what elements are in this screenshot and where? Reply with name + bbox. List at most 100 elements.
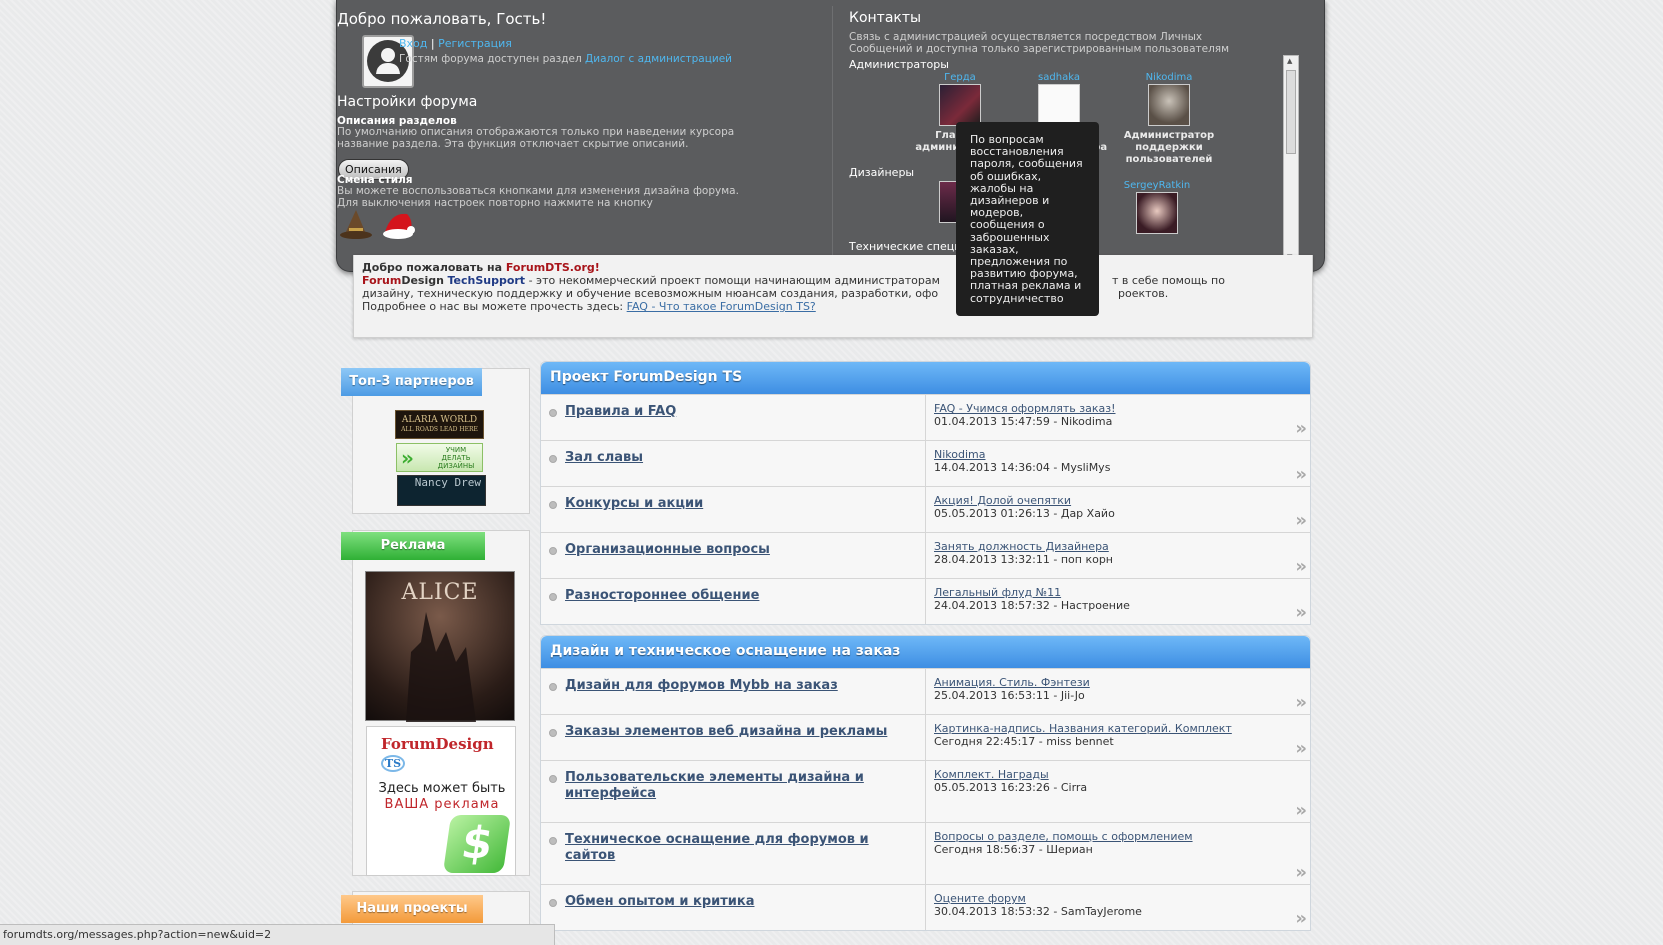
forum-title-link[interactable]: Зал славы [565, 450, 895, 466]
contacts-scrollbar[interactable]: ▲ ▼ [1283, 55, 1299, 263]
go-to-last-post-icon[interactable]: » [1295, 862, 1307, 883]
ad-text: ВАША реклама [384, 797, 500, 812]
go-to-last-post-icon[interactable]: » [1295, 464, 1307, 485]
desc-section-text: По умолчанию описания отображаются тольк… [337, 126, 735, 150]
admin-avatar[interactable] [1148, 84, 1190, 126]
admin-avatar[interactable] [939, 84, 981, 126]
last-topic-link[interactable]: Вопросы о разделе, помощь с оформлением [934, 830, 1193, 843]
last-topic-link[interactable]: Занять должность Дизайнера [934, 540, 1109, 553]
last-topic-link[interactable]: Картинка-надпись. Названия категорий. Ко… [934, 722, 1232, 735]
forum-status-icon [549, 683, 557, 691]
forum-title-link[interactable]: Правила и FAQ [565, 404, 895, 420]
go-to-last-post-icon[interactable]: » [1295, 800, 1307, 821]
last-post: Комплект. Награды 05.05.2013 16:23:26 - C… [934, 768, 1088, 794]
partner-name: УЧИМ ДЕЛАТЬ ДИЗАЙНЫ [437, 446, 475, 470]
wizard-hat-style-icon[interactable] [339, 208, 373, 240]
forum-status-icon [549, 729, 557, 737]
admin-name[interactable]: sadhaka [1004, 72, 1114, 83]
forum-title-link[interactable]: Пользовательские элементы дизайна и инте… [565, 770, 895, 802]
forum-title-link[interactable]: Техническое оснащение для форумов и сайт… [565, 832, 895, 864]
last-post-meta: 25.04.2013 16:53:11 - Jii-Jo [934, 688, 1085, 702]
last-post-meta: 24.04.2013 18:57:32 - Настроение [934, 598, 1130, 612]
last-post-meta: 05.05.2013 16:23:26 - Cirra [934, 780, 1088, 794]
projects-ribbon: Наши проекты [341, 895, 483, 923]
forum-title-link[interactable]: Дизайн для форумов Mybb на заказ [565, 678, 895, 694]
admins-label: Администраторы [849, 58, 949, 71]
go-to-last-post-icon[interactable]: » [1295, 908, 1307, 929]
santa-hat-style-icon[interactable] [381, 208, 417, 240]
designer-avatar[interactable] [1136, 192, 1178, 234]
forum-title-link[interactable]: Заказы элементов веб дизайна и рекламы [565, 724, 895, 740]
go-to-last-post-icon[interactable]: » [1295, 556, 1307, 577]
site-brand: ForumDTS.org! [505, 261, 600, 274]
style-section-text: Вы можете воспользоваться кнопками для и… [337, 185, 739, 209]
last-topic-link[interactable]: FAQ - Учимся оформлять заказ! [934, 402, 1116, 415]
dollar-icon: $ [442, 815, 512, 873]
last-topic-link[interactable]: Оцените форум [934, 892, 1026, 905]
admin-card[interactable]: Nikodima Администратор поддержки пользов… [1110, 72, 1228, 166]
your-ad-banner[interactable]: ForumDesign TS Здесь может быть ВАША рек… [366, 726, 516, 876]
scroll-thumb[interactable] [1286, 70, 1296, 154]
auth-links: Вход | Регистрация [399, 38, 512, 50]
last-post: Вопросы о разделе, помощь с оформлением С… [934, 830, 1193, 856]
forum-row: Обмен опытом и критика Оцените форум 30.04… [541, 884, 1310, 930]
forum-title-link[interactable]: Конкурсы и акции [565, 496, 895, 512]
forum-status-icon [549, 455, 557, 463]
last-post: Оцените форум 30.04.2013 18:53:32 - SamTa… [934, 892, 1142, 918]
category-title[interactable]: Проект ForumDesign TS [541, 362, 1310, 394]
category-block: Проект ForumDesign TS Правила и FAQ FAQ -… [540, 361, 1311, 625]
category-title[interactable]: Дизайн и техническое оснащение на заказ [541, 636, 1310, 668]
go-to-last-post-icon[interactable]: » [1295, 418, 1307, 439]
status-bar-url: forumdts.org/messages.php?action=new&uid… [0, 924, 555, 945]
guest-note: Гостям форума доступен раздел Диалог с а… [399, 53, 732, 65]
go-to-last-post-icon[interactable]: » [1295, 692, 1307, 713]
forum-row: Пользовательские элементы дизайна и инте… [541, 760, 1310, 822]
welcome-line: Добро пожаловать на ForumDTS.org! [362, 261, 1304, 274]
welcome-text: роектов. [1118, 287, 1169, 300]
brand-design: Design [401, 274, 444, 287]
welcome-desc-2: дизайну, техническую поддержку и обучени… [362, 287, 1304, 300]
admin-dialog-link[interactable]: Диалог с администрацией [585, 53, 732, 65]
admin-name[interactable]: Герда [905, 72, 1015, 83]
forum-row: Зал славы Nikodima 14.04.2013 14:36:04 - M… [541, 440, 1310, 486]
forum-title-link[interactable]: Разностороннее общение [565, 588, 895, 604]
designer-name[interactable]: SergeyRatkin [1102, 180, 1212, 191]
last-topic-link[interactable]: Легальный флуд №11 [934, 586, 1061, 599]
forum-status-icon [549, 501, 557, 509]
admin-name[interactable]: Nikodima [1110, 72, 1228, 83]
last-post-meta: 14.04.2013 14:36:04 - MysliMys [934, 460, 1111, 474]
category-block: Дизайн и техническое оснащение на заказ … [540, 635, 1311, 931]
more-prefix: Подробнее о нас вы можете прочесть здесь… [362, 300, 627, 313]
last-topic-link[interactable]: Комплект. Награды [934, 768, 1049, 781]
last-post-meta: 30.04.2013 18:53:32 - SamTayJerome [934, 904, 1142, 918]
designer-card[interactable]: SergeyRatkin [1102, 180, 1212, 234]
forum-status-icon [549, 775, 557, 783]
faq-link[interactable]: FAQ - Что такое ForumDesign TS? [627, 300, 816, 313]
forum-title-link[interactable]: Организационные вопросы [565, 542, 895, 558]
forum-title-link[interactable]: Обмен опытом и критика [565, 894, 895, 910]
go-to-last-post-icon[interactable]: » [1295, 510, 1307, 531]
last-topic-link[interactable]: Nikodima [934, 448, 986, 461]
ads-ribbon: Реклама [341, 532, 485, 560]
scroll-up-icon[interactable]: ▲ [1287, 57, 1292, 65]
guest-note-text: Гостям форума доступен раздел [399, 53, 582, 65]
brand-techsupport: TechSupport [447, 274, 526, 287]
designers-label: Дизайнеры [849, 166, 915, 179]
tech-label: Технические специ [849, 240, 962, 253]
castle-icon [406, 612, 476, 722]
login-link[interactable]: Вход [399, 37, 427, 50]
partner-banner[interactable]: ALARIA WORLD ALL ROADS LEAD HERE [395, 410, 484, 439]
go-to-last-post-icon[interactable]: » [1295, 602, 1307, 623]
contact-tooltip: По вопросам восстановления пароля, сообщ… [956, 122, 1099, 316]
go-to-last-post-icon[interactable]: » [1295, 738, 1307, 759]
alice-ad-banner[interactable]: ALICE [365, 571, 515, 722]
partners-ribbon: Топ-3 партнеров [341, 368, 482, 396]
partner-banner[interactable]: Nancy Drew [397, 475, 486, 506]
partner-banner[interactable]: » УЧИМ ДЕЛАТЬ ДИЗАЙНЫ [396, 443, 483, 472]
admin-avatar[interactable] [1038, 84, 1080, 126]
last-topic-link[interactable]: Акция! Долой очепятки [934, 494, 1071, 507]
last-topic-link[interactable]: Анимация. Стиль. Фэнтези [934, 676, 1090, 689]
ad-text: Здесь может быть [378, 781, 506, 796]
register-link[interactable]: Регистрация [438, 37, 512, 50]
chevrons-icon: » [401, 446, 414, 470]
